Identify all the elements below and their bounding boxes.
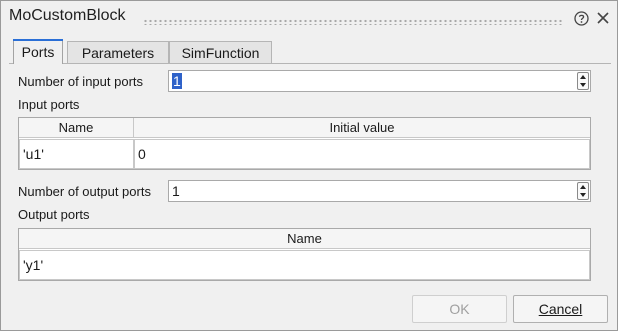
cancel-button[interactable]: Cancel bbox=[513, 295, 608, 323]
table-cell-name[interactable]: 'u1' bbox=[19, 139, 134, 169]
stepper-arrows[interactable] bbox=[577, 182, 589, 200]
table-cell-initial-value[interactable]: 0 bbox=[134, 139, 590, 169]
output-ports-label: Output ports bbox=[18, 207, 90, 222]
help-circle-icon[interactable] bbox=[573, 10, 589, 26]
num-output-ports-label: Number of output ports bbox=[18, 184, 151, 199]
num-input-ports-value: 1 bbox=[172, 73, 182, 89]
input-ports-table: Name Initial value 'u1' 0 bbox=[18, 117, 591, 170]
table-cell-name[interactable]: 'y1' bbox=[19, 250, 590, 280]
close-icon[interactable] bbox=[595, 10, 611, 26]
tab-label: SimFunction bbox=[181, 44, 260, 61]
column-header-initial-value[interactable]: Initial value bbox=[134, 118, 590, 138]
num-output-ports-value: 1 bbox=[172, 183, 180, 199]
input-ports-label: Input ports bbox=[18, 97, 80, 112]
tab-simfunction[interactable]: SimFunction bbox=[169, 41, 272, 63]
ok-button[interactable]: OK bbox=[412, 295, 507, 323]
tab-bar: Ports Parameters SimFunction bbox=[9, 39, 613, 64]
decrement-arrow-icon[interactable] bbox=[580, 193, 586, 197]
decrement-arrow-icon[interactable] bbox=[580, 83, 586, 87]
num-input-ports-label: Number of input ports bbox=[18, 74, 144, 89]
tab-label: Ports bbox=[21, 44, 55, 60]
title-bar[interactable]: MoCustomBlock bbox=[1, 1, 617, 33]
dialog-title: MoCustomBlock bbox=[9, 7, 126, 24]
num-input-ports-stepper[interactable]: 1 bbox=[168, 70, 591, 92]
increment-arrow-icon[interactable] bbox=[580, 185, 586, 189]
tab-label: Parameters bbox=[81, 44, 155, 61]
column-header-name[interactable]: Name bbox=[19, 118, 134, 138]
num-output-ports-stepper[interactable]: 1 bbox=[168, 180, 591, 202]
column-header-name[interactable]: Name bbox=[19, 229, 590, 249]
tab-ports[interactable]: Ports bbox=[13, 39, 63, 64]
stepper-arrows[interactable] bbox=[577, 72, 589, 90]
dialog-window: MoCustomBlock Ports Parameters SimFuncti… bbox=[0, 0, 618, 331]
output-ports-table: Name 'y1' bbox=[18, 228, 591, 281]
tab-parameters[interactable]: Parameters bbox=[67, 41, 169, 63]
cancel-button-label: Cancel bbox=[538, 301, 583, 317]
drag-grip[interactable] bbox=[143, 19, 563, 25]
ok-button-label: OK bbox=[449, 301, 470, 317]
increment-arrow-icon[interactable] bbox=[580, 75, 586, 79]
